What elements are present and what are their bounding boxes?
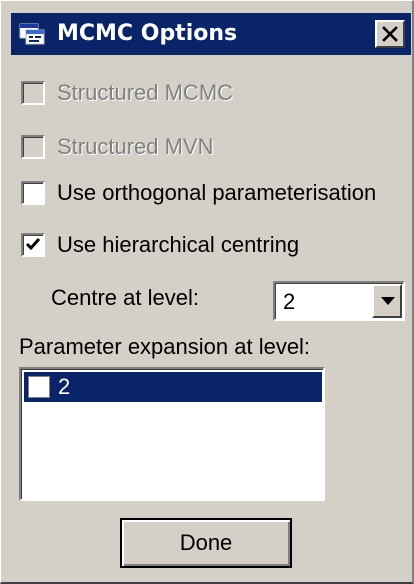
centre-level-dropdown-button[interactable]	[372, 284, 402, 318]
app-window-icon	[19, 23, 45, 45]
hierarchical-centring-label[interactable]: Use hierarchical centring	[57, 231, 299, 259]
close-button[interactable]	[375, 20, 405, 48]
structured-mvn-label: Structured MVN	[57, 134, 214, 159]
list-item[interactable]: 2	[24, 372, 322, 402]
list-item-checkbox[interactable]	[28, 376, 50, 398]
centre-level-select[interactable]: 2	[273, 281, 405, 321]
title-bar[interactable]: MCMC Options	[11, 13, 411, 55]
done-button[interactable]: Done	[120, 518, 292, 568]
mcmc-options-dialog: MCMC Options Structured MCMC Structured …	[0, 0, 414, 584]
orthogonal-parameterisation-label[interactable]: Use orthogonal parameterisation	[57, 179, 376, 207]
param-expansion-label: Parameter expansion at level:	[19, 334, 311, 359]
dialog-title: MCMC Options	[57, 21, 238, 46]
hierarchical-centring-checkbox[interactable]	[21, 233, 45, 257]
structured-mcmc-label: Structured MCMC	[57, 80, 234, 105]
list-item-label: 2	[58, 374, 71, 399]
structured-mcmc-checkbox	[21, 81, 45, 105]
close-x-icon	[382, 26, 398, 42]
centre-level-value: 2	[283, 289, 296, 314]
checkmark-icon	[25, 238, 41, 251]
centre-level-label: Centre at level:	[51, 285, 199, 310]
chevron-down-icon	[381, 297, 395, 305]
orthogonal-parameterisation-checkbox[interactable]	[21, 181, 45, 205]
structured-mvn-checkbox	[21, 135, 45, 159]
param-expansion-list[interactable]: 2	[19, 367, 325, 501]
